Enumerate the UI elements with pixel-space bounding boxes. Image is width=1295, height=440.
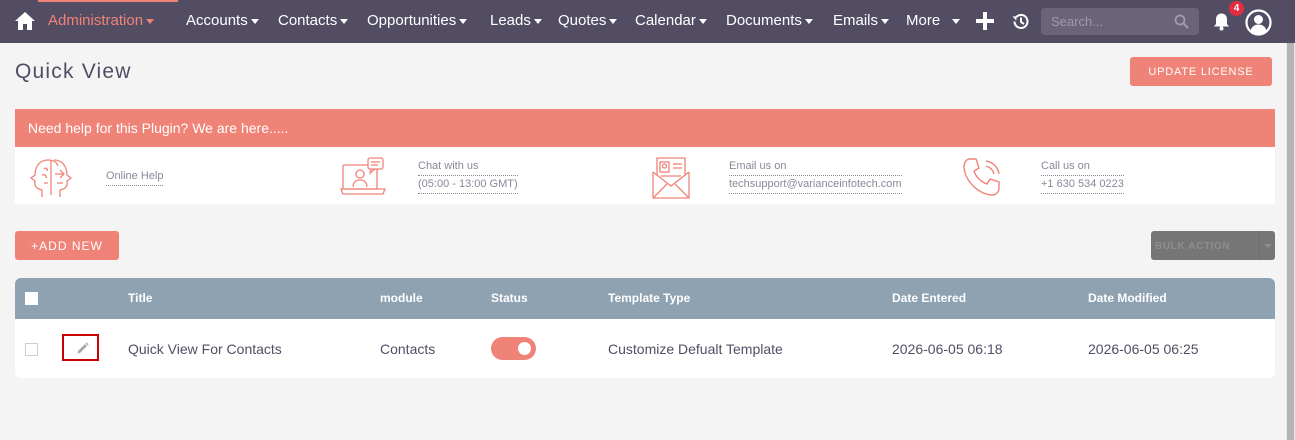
- online-help-link[interactable]: Online Help: [106, 168, 164, 186]
- top-navigation-bar: Administration Accounts Contacts Opportu…: [0, 0, 1295, 43]
- column-header-date-entered[interactable]: Date Entered: [892, 291, 966, 305]
- bell-icon[interactable]: [1212, 12, 1231, 31]
- email-title-label[interactable]: Email us on: [729, 158, 902, 176]
- phone-icon: [963, 158, 1000, 196]
- user-avatar-icon[interactable]: [1245, 9, 1272, 36]
- chat-title-label[interactable]: Chat with us: [418, 158, 518, 176]
- nav-item-leads[interactable]: Leads: [490, 12, 542, 29]
- scrollbar-thumb[interactable]: [1287, 43, 1294, 440]
- select-all-checkbox[interactable]: [25, 292, 38, 305]
- email-envelope-icon: [652, 157, 690, 199]
- status-toggle-knob: [518, 342, 531, 355]
- email-address-link[interactable]: techsupport@varianceinfotech.com: [729, 176, 902, 194]
- notification-count-badge: 4: [1229, 1, 1244, 16]
- call-number: +1 630 534 0223: [1041, 176, 1124, 194]
- column-header-date-modified[interactable]: Date Modified: [1088, 291, 1167, 305]
- active-menu-indicator: [38, 0, 178, 2]
- help-banner: Need help for this Plugin? We are here..…: [15, 109, 1275, 147]
- email-text: Email us on techsupport@varianceinfotech…: [729, 158, 902, 194]
- nav-item-quotes[interactable]: Quotes: [558, 12, 618, 29]
- cell-module: Contacts: [380, 341, 436, 357]
- bulk-action-separator: [1259, 231, 1260, 260]
- email-title: Email us on: [729, 158, 902, 176]
- table-row: Quick View For Contacts Contacts Customi…: [15, 319, 1275, 378]
- pencil-icon: [77, 342, 89, 354]
- status-toggle[interactable]: [491, 337, 536, 360]
- row-select-checkbox[interactable]: [25, 343, 38, 356]
- table-header: Title module Status Template Type Date E…: [15, 278, 1275, 319]
- quick-view-table: Title module Status Template Type Date E…: [15, 278, 1275, 378]
- chat-text: Chat with us (05:00 - 13:00 GMT): [418, 158, 518, 194]
- plus-icon[interactable]: [976, 12, 994, 30]
- nav-item-opportunities[interactable]: Opportunities: [367, 12, 468, 29]
- update-license-button[interactable]: UPDATE LICENSE: [1130, 57, 1272, 86]
- home-icon[interactable]: [14, 11, 36, 31]
- call-title-label[interactable]: Call us on: [1041, 158, 1124, 176]
- nav-item-documents[interactable]: Documents: [726, 12, 813, 29]
- cell-title[interactable]: Quick View For Contacts: [128, 341, 282, 357]
- edit-button[interactable]: [62, 334, 99, 361]
- search-icon[interactable]: [1174, 14, 1189, 29]
- nav-item-administration[interactable]: Administration: [48, 12, 155, 29]
- chat-monitor-icon: [340, 157, 386, 195]
- bulk-action-label: BULK ACTION: [1155, 241, 1231, 252]
- email-address: techsupport@varianceinfotech.com: [729, 176, 902, 194]
- nav-item-more[interactable]: More: [906, 12, 961, 29]
- cell-template-type: Customize Defualt Template: [608, 341, 783, 357]
- nav-item-accounts[interactable]: Accounts: [186, 12, 259, 29]
- column-header-module[interactable]: module: [380, 291, 423, 305]
- add-new-button[interactable]: +ADD NEW: [15, 231, 119, 260]
- brain-head-icon: [29, 159, 73, 197]
- online-help-text[interactable]: Online Help: [106, 168, 164, 186]
- column-header-title[interactable]: Title: [128, 291, 152, 305]
- help-panel: Online Help Chat with us (05:00 - 13:00 …: [15, 147, 1275, 204]
- search-input[interactable]: [1051, 13, 1171, 30]
- nav-item-contacts[interactable]: Contacts: [278, 12, 349, 29]
- chevron-down-icon[interactable]: [1264, 244, 1272, 248]
- chat-hours: (05:00 - 13:00 GMT): [418, 176, 518, 194]
- chat-title: Chat with us: [418, 158, 518, 176]
- column-header-template-type[interactable]: Template Type: [608, 291, 690, 305]
- bulk-action-dropdown[interactable]: BULK ACTION: [1151, 231, 1275, 260]
- nav-item-emails[interactable]: Emails: [833, 12, 890, 29]
- nav-item-calendar[interactable]: Calendar: [635, 12, 707, 29]
- column-header-status[interactable]: Status: [491, 291, 528, 305]
- call-title: Call us on: [1041, 158, 1124, 176]
- history-icon[interactable]: [1011, 12, 1030, 31]
- cell-date-entered: 2026-06-05 06:18: [892, 341, 1003, 357]
- page-scrollbar[interactable]: [1286, 43, 1295, 440]
- chat-hours-label[interactable]: (05:00 - 13:00 GMT): [418, 176, 518, 194]
- call-text: Call us on +1 630 534 0223: [1041, 158, 1124, 194]
- cell-date-modified: 2026-06-05 06:25: [1088, 341, 1199, 357]
- page-title: Quick View: [15, 60, 132, 83]
- global-search[interactable]: [1041, 8, 1199, 35]
- call-number-link[interactable]: +1 630 534 0223: [1041, 176, 1124, 194]
